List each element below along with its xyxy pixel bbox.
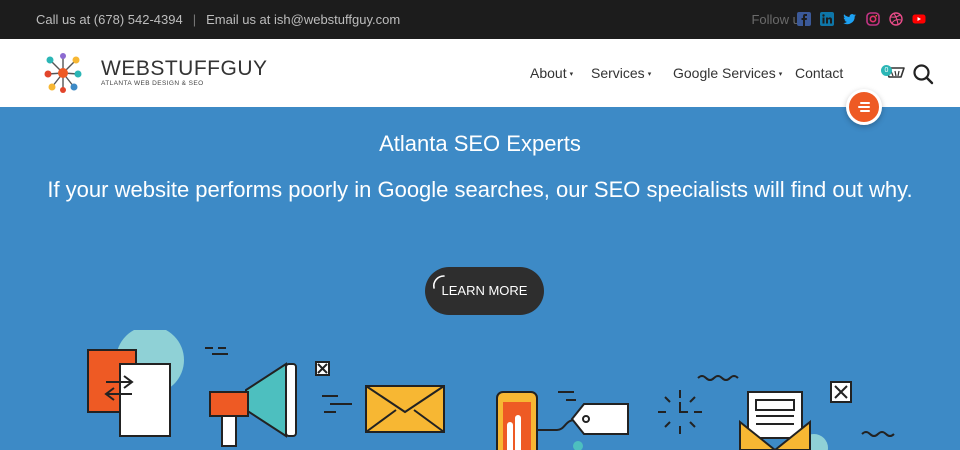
brand-name[interactable]: WEBSTUFFGUY xyxy=(101,57,268,81)
twitter-icon[interactable] xyxy=(843,12,857,26)
nav-item-contact[interactable]: Contact xyxy=(795,65,843,81)
facebook-icon[interactable] xyxy=(797,12,811,26)
nav-item-services[interactable]: Services ▾ xyxy=(591,65,651,81)
seo-illustration xyxy=(87,330,895,450)
social-links xyxy=(797,12,926,26)
hamburger-line xyxy=(860,102,870,104)
phone-link[interactable]: Call us at (678) 542-4394 xyxy=(36,12,183,27)
instagram-icon[interactable] xyxy=(866,12,880,26)
phone-touch-icon xyxy=(496,391,576,450)
nav-item-label: Contact xyxy=(795,65,844,81)
search-icon[interactable] xyxy=(912,63,934,85)
top-bar: Call us at (678) 542-4394 | Email us at … xyxy=(0,0,960,39)
megaphone-icon xyxy=(209,362,297,447)
document-swap-icon xyxy=(87,330,228,437)
clock-icon xyxy=(658,390,702,434)
nav-item-google-services[interactable]: Google Services ▾ xyxy=(673,65,782,81)
price-tag-icon xyxy=(537,403,629,450)
nav-item-label: Services xyxy=(591,65,645,81)
nav-item-about[interactable]: About ▾ xyxy=(530,65,573,81)
site-header: WEBSTUFFGUY ATLANTA WEB DESIGN & SEO Abo… xyxy=(0,39,960,107)
contact-separator: | xyxy=(192,12,197,27)
youtube-icon[interactable] xyxy=(912,12,926,26)
brand-tagline: ATLANTA WEB DESIGN & SEO xyxy=(101,80,204,87)
logo-network-icon[interactable] xyxy=(42,52,84,94)
envelope-icon xyxy=(322,385,445,433)
chevron-down-icon: ▾ xyxy=(569,71,574,79)
dribbble-icon[interactable] xyxy=(889,12,903,26)
hero-subtitle: If your website performs poorly in Googl… xyxy=(47,177,913,202)
hamburger-line xyxy=(860,110,870,112)
menu-toggle-button[interactable] xyxy=(846,89,882,125)
nav-item-label: Google Services xyxy=(673,65,776,81)
cart-count-badge: 0 xyxy=(881,65,892,76)
nav-item-label: About xyxy=(530,65,567,81)
hamburger-line xyxy=(858,106,870,108)
linkedin-icon[interactable] xyxy=(820,12,834,26)
newsletter-icon xyxy=(739,391,828,450)
chevron-down-icon: ▾ xyxy=(647,71,652,79)
contact-info: Call us at (678) 542-4394 | Email us at … xyxy=(36,12,400,27)
loading-arc-icon xyxy=(433,275,445,289)
email-link[interactable]: Email us at ish@webstuffguy.com xyxy=(206,12,400,27)
chevron-down-icon: ▾ xyxy=(778,71,783,79)
hero-title: Atlanta SEO Experts xyxy=(379,131,581,156)
